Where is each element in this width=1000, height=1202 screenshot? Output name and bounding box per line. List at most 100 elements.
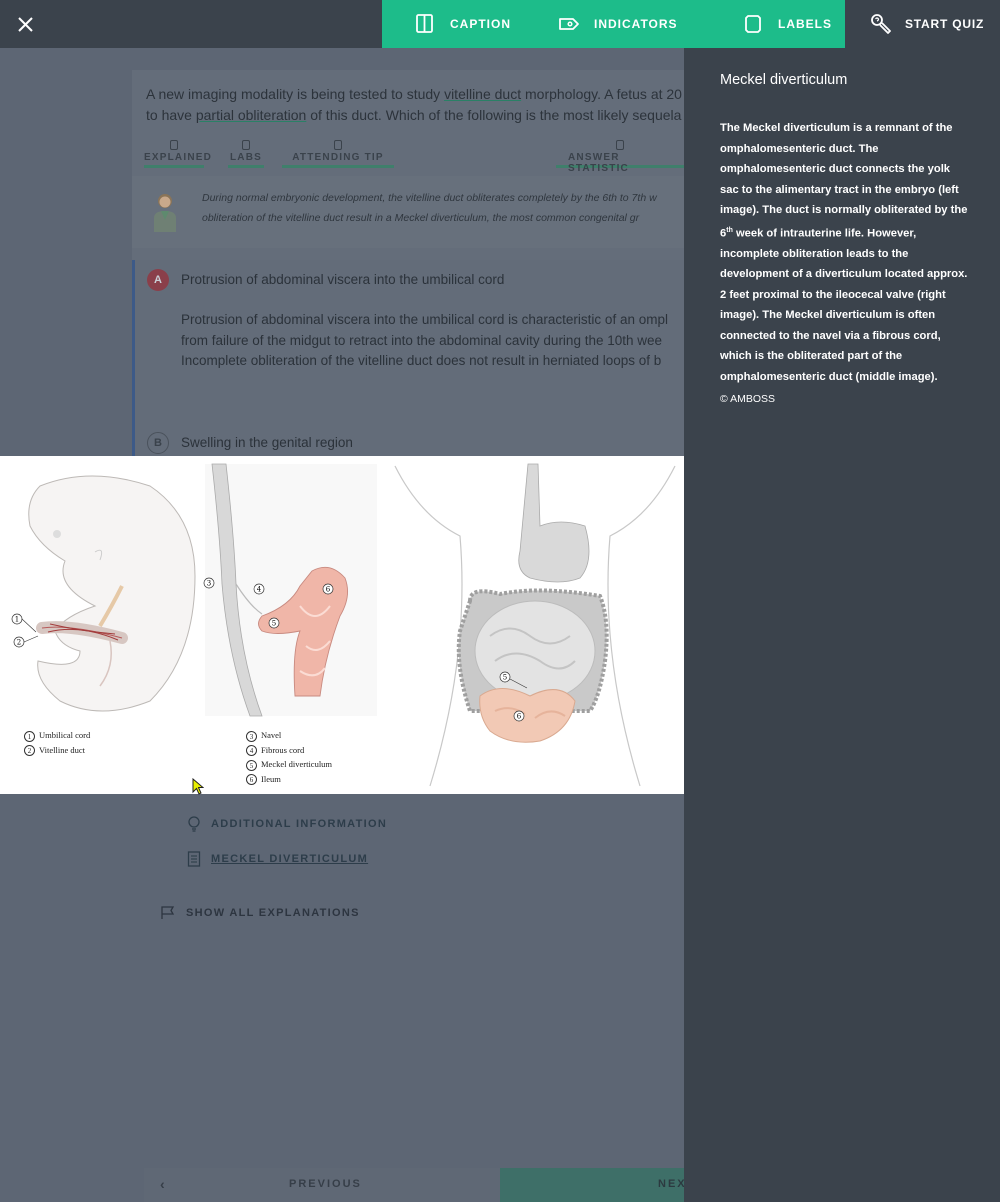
answer-a-expl-line-3: Incomplete obliteration of the vitelline… xyxy=(181,353,662,368)
caption-line: sac to the alimentary tract in the embry… xyxy=(720,183,959,196)
caption-body: The Meckel diverticulum is a remnant of … xyxy=(720,118,978,387)
question-line2-pre: to have xyxy=(146,107,196,123)
legend-num: 6 xyxy=(246,774,257,786)
caption-line: development of a diverticulum located ap… xyxy=(720,268,968,281)
marker-4-text: 4 xyxy=(257,586,262,594)
mouse-cursor-icon xyxy=(192,778,204,795)
document-icon xyxy=(187,851,201,867)
caption-line: image). The duct is normally obliterated… xyxy=(720,204,968,216)
legend-label: Fibrous cord xyxy=(261,744,305,755)
close-icon xyxy=(18,17,33,32)
legend-left: 1 Umbilical cord 2 Vitelline duct xyxy=(24,728,90,757)
legend-num: 5 xyxy=(246,759,257,771)
caption-line: omphalomesenteric duct. The xyxy=(720,142,879,155)
flag-icon xyxy=(161,906,175,919)
marker-5-mid: 5 xyxy=(268,617,280,629)
legend-label: Umbilical cord xyxy=(39,730,91,740)
tab-explained[interactable]: EXPLAINED xyxy=(144,140,211,168)
legend-item-4: 4 Fibrous cord xyxy=(246,743,332,758)
caption-week-rest: week of intrauterine life. However, xyxy=(732,227,917,240)
marker-1-leader xyxy=(21,618,37,633)
additional-information-link[interactable]: ADDITIONAL INFORMATION xyxy=(187,816,387,832)
image-toolbar-tabs: CAPTION INDICATORS LABELS xyxy=(382,0,845,48)
question-text: A new imaging modality is being tested t… xyxy=(146,84,684,126)
tab-explained-label: EXPLAINED xyxy=(144,152,213,163)
marker-5-text: 5 xyxy=(272,620,276,628)
marker-5-right: 5 xyxy=(499,671,511,683)
show-all-explanations-button[interactable]: SHOW ALL EXPLANATIONS xyxy=(160,906,360,920)
meckel-illustration: 1 2 3 4 5 6 5 6 1 Umbilical cord 2 Vitel… xyxy=(0,456,684,794)
question-line1-post: morphology. A fetus at 20 xyxy=(521,86,682,102)
caption-line: image). The Meckel diverticulum is often xyxy=(720,309,936,322)
doctor-avatar-icon xyxy=(154,194,176,232)
legend-num: 1 xyxy=(24,730,35,742)
partial-obliteration-link[interactable]: partial obliteration xyxy=(196,107,307,123)
start-quiz-label: START QUIZ xyxy=(905,17,985,31)
caption-line: omphalomesenteric duct connects the yolk xyxy=(720,163,951,175)
meckel-diverticulum-label: MECKEL DIVERTICULUM xyxy=(211,852,369,865)
labs-icon xyxy=(242,140,250,150)
meckel-diverticulum-link[interactable]: MECKEL DIVERTICULUM xyxy=(187,851,368,867)
hint-line-2: obliteration of the vitelline duct resul… xyxy=(202,212,640,224)
stats-icon xyxy=(616,140,624,150)
marker-r6-text: 6 xyxy=(517,713,522,721)
previous-button[interactable]: ‹ PREVIOUS xyxy=(144,1168,500,1202)
tab-labs-label: LABS xyxy=(229,152,263,163)
legend-item-3: 3 Navel xyxy=(246,728,332,743)
answer-b-title[interactable]: Swelling in the genital region xyxy=(181,435,353,450)
diverticulum-illustration xyxy=(205,463,377,717)
tab-caption-label: CAPTION xyxy=(450,17,511,31)
vitelline-duct-link[interactable]: vitelline duct xyxy=(444,86,521,102)
legend-item-5: 5 Meckel diverticulum xyxy=(246,757,332,772)
next-button[interactable]: NEX xyxy=(500,1168,684,1202)
marker-2-leader xyxy=(23,635,39,643)
close-button[interactable] xyxy=(10,8,42,40)
legend-item-6: 6 Ileum xyxy=(246,772,332,787)
labels-icon xyxy=(745,15,761,33)
marker-1-text: 1 xyxy=(15,616,19,624)
tab-attending-tip[interactable]: ATTENDING TIP xyxy=(282,140,394,168)
indicators-icon xyxy=(559,18,579,30)
hint-line-1: During normal embryonic development, the… xyxy=(202,192,657,204)
caption-week-suffix: th xyxy=(726,226,733,234)
caption-line: omphalomesenteric duct (middle image). xyxy=(720,370,938,383)
answer-b-badge: B xyxy=(147,432,169,454)
tab-caption[interactable]: CAPTION xyxy=(382,0,522,48)
marker-r5-text: 5 xyxy=(503,674,507,682)
caption-title: Meckel diverticulum xyxy=(720,72,848,88)
legend-middle: 3 Navel 4 Fibrous cord 5 Meckel diverticulu… xyxy=(246,728,332,786)
illustration-drawing: 1 2 3 4 5 6 5 6 xyxy=(11,463,676,787)
tab-labs[interactable]: LABS xyxy=(228,140,264,168)
start-quiz-button[interactable]: START QUIZ xyxy=(845,0,1000,48)
caption-line: which is the obliterated part of the xyxy=(720,350,903,363)
marker-2-text: 2 xyxy=(17,639,21,647)
tab-indicators[interactable]: INDICATORS xyxy=(522,0,694,48)
answer-a-title[interactable]: Protrusion of abdominal viscera into the… xyxy=(181,272,504,287)
attending-hint: During normal embryonic development, the… xyxy=(132,176,684,248)
tab-answer-statistics[interactable]: ANSWER STATISTIC xyxy=(556,140,684,174)
caption-panel: Meckel diverticulum The Meckel diverticu… xyxy=(684,48,1000,1202)
answer-a-explanation: Protrusion of abdominal viscera into the… xyxy=(181,310,681,372)
question-line1-pre: A new imaging modality is being tested t… xyxy=(146,86,445,102)
additional-information-label: ADDITIONAL INFORMATION xyxy=(211,817,388,830)
question-line2-post: of this duct. Which of the following is … xyxy=(306,107,682,123)
legend-item-1: 1 Umbilical cord xyxy=(24,728,90,743)
tab-labels-label: LABELS xyxy=(778,17,832,31)
marker-1: 1 xyxy=(11,613,23,625)
tab-labels[interactable]: LABELS xyxy=(694,0,845,48)
tab-indicators-label: INDICATORS xyxy=(594,17,678,31)
marker-3-mid: 3 xyxy=(203,577,215,589)
abdomen-illustration xyxy=(394,463,676,787)
show-all-label: SHOW ALL EXPLANATIONS xyxy=(186,906,360,919)
legend-num: 2 xyxy=(24,745,35,757)
top-toolbar: CAPTION INDICATORS LABELS START QUIZ xyxy=(0,0,1000,48)
clock-icon xyxy=(334,140,342,150)
hint-text: During normal embryonic development, the… xyxy=(202,188,682,228)
legend-label: Vitelline duct xyxy=(39,744,85,755)
lightbulb-icon xyxy=(188,816,200,832)
caption-icon xyxy=(416,14,433,33)
legend-num: 3 xyxy=(246,730,257,742)
legend-item-2: 2 Vitelline duct xyxy=(24,743,90,758)
marker-6-mid: 6 xyxy=(322,583,334,595)
tab-answer-stats-label: ANSWER STATISTIC xyxy=(568,152,629,174)
